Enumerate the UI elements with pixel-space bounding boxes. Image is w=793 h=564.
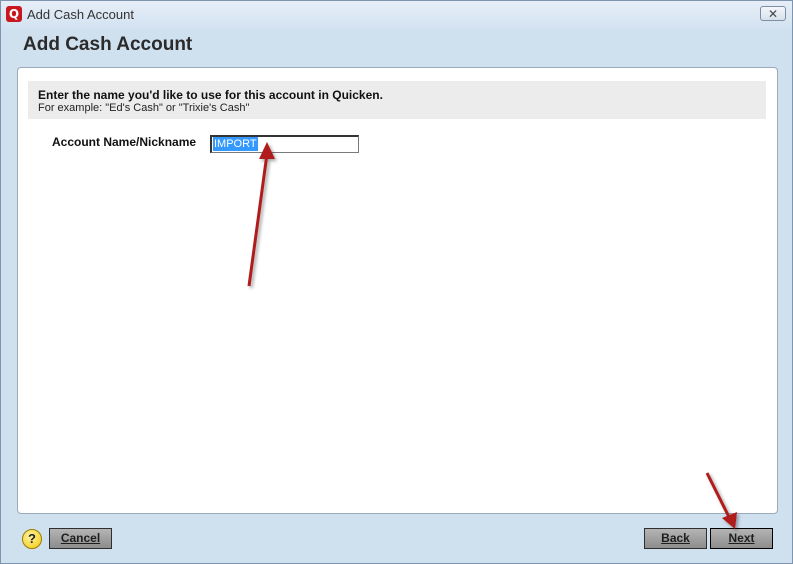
add-cash-account-window: Q Add Cash Account ✕ Add Cash Account En…: [0, 0, 793, 564]
cancel-button[interactable]: Cancel: [49, 528, 112, 549]
instructions-example: For example: "Ed's Cash" or "Trixie's Ca…: [38, 102, 250, 114]
help-icon[interactable]: ?: [22, 529, 42, 549]
quicken-logo-icon: Q: [6, 6, 22, 22]
title-bar: Q Add Cash Account ✕: [1, 1, 792, 29]
arrow-to-next-head-icon: [722, 512, 737, 529]
account-name-label: Account Name/Nickname: [52, 135, 197, 149]
account-name-input[interactable]: IMPORT: [210, 135, 359, 153]
instructions-box: Enter the name you'd like to use for thi…: [28, 81, 766, 119]
window-title: Add Cash Account: [27, 7, 134, 22]
content-panel: Enter the name you'd like to use for thi…: [17, 67, 778, 514]
instructions-title: Enter the name you'd like to use for thi…: [38, 88, 383, 102]
back-button[interactable]: Back: [644, 528, 707, 549]
account-name-selected-text: IMPORT: [213, 137, 258, 151]
next-button[interactable]: Next: [710, 528, 773, 549]
page-title: Add Cash Account: [23, 34, 193, 55]
close-button[interactable]: ✕: [760, 6, 786, 21]
